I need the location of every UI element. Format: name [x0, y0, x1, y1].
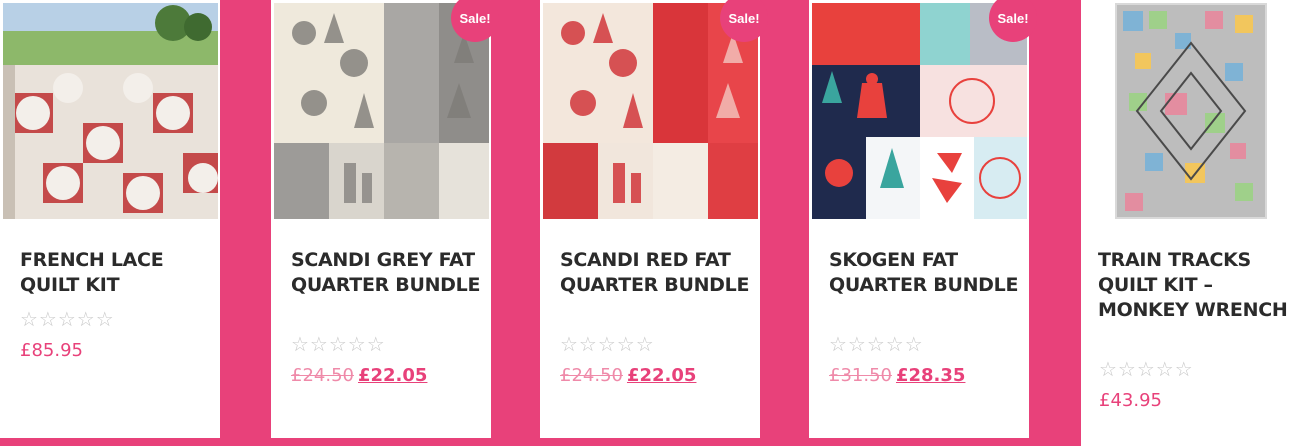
original-price: £24.50	[560, 365, 623, 386]
rating-stars: ☆☆☆☆☆	[291, 334, 386, 356]
sale-price: £22.05	[357, 365, 428, 386]
rating-stars: ☆☆☆☆☆	[829, 334, 924, 356]
product-price: £85.95	[20, 340, 83, 361]
product-price: £31.50 £28.35	[829, 365, 965, 386]
rating-stars: ☆☆☆☆☆	[20, 309, 115, 331]
product-image-scandi-grey[interactable]	[274, 3, 489, 219]
rating-stars: ☆☆☆☆☆	[560, 334, 655, 356]
original-price: £31.50	[829, 365, 892, 386]
product-card-scandi-red[interactable]: Sale! SCANDI RED FAT QUARTER BUNDLE ☆☆☆☆…	[540, 0, 768, 438]
current-price: £85.95	[20, 340, 83, 361]
product-title[interactable]: SCANDI RED FAT QUARTER BUNDLE	[560, 248, 750, 298]
product-image-french-lace[interactable]	[3, 3, 218, 219]
product-title[interactable]: FRENCH LACE QUILT KIT	[20, 248, 210, 298]
product-card-train-tracks[interactable]: TRAIN TRACKS QUILT KIT – MONKEY WRENCH ☆…	[1078, 0, 1299, 446]
product-price: £24.50 £22.05	[560, 365, 696, 386]
sale-price: £22.05	[626, 365, 697, 386]
product-image-train-tracks[interactable]	[1115, 3, 1267, 219]
product-price: £24.50 £22.05	[291, 365, 427, 386]
sale-price: £28.35	[895, 365, 966, 386]
product-image-scandi-red[interactable]	[543, 3, 758, 219]
product-title[interactable]: TRAIN TRACKS QUILT KIT – MONKEY WRENCH	[1098, 248, 1288, 323]
current-price: £43.95	[1099, 390, 1162, 411]
product-title[interactable]: SCANDI GREY FAT QUARTER BUNDLE	[291, 248, 481, 298]
product-price: £43.95	[1099, 390, 1162, 411]
product-card-scandi-grey[interactable]: Sale! SCANDI GREY FAT QUARTER BUNDLE ☆☆☆…	[271, 0, 499, 438]
original-price: £24.50	[291, 365, 354, 386]
product-card-skogen[interactable]: Sale! SKOGEN FAT QUARTER BUNDLE ☆☆☆☆☆ £3…	[809, 0, 1037, 438]
rating-stars: ☆☆☆☆☆	[1099, 359, 1194, 381]
product-card-french-lace[interactable]: FRENCH LACE QUILT KIT ☆☆☆☆☆ £85.95	[0, 0, 220, 438]
product-title[interactable]: SKOGEN FAT QUARTER BUNDLE	[829, 248, 1019, 298]
product-image-skogen[interactable]	[812, 3, 1027, 219]
